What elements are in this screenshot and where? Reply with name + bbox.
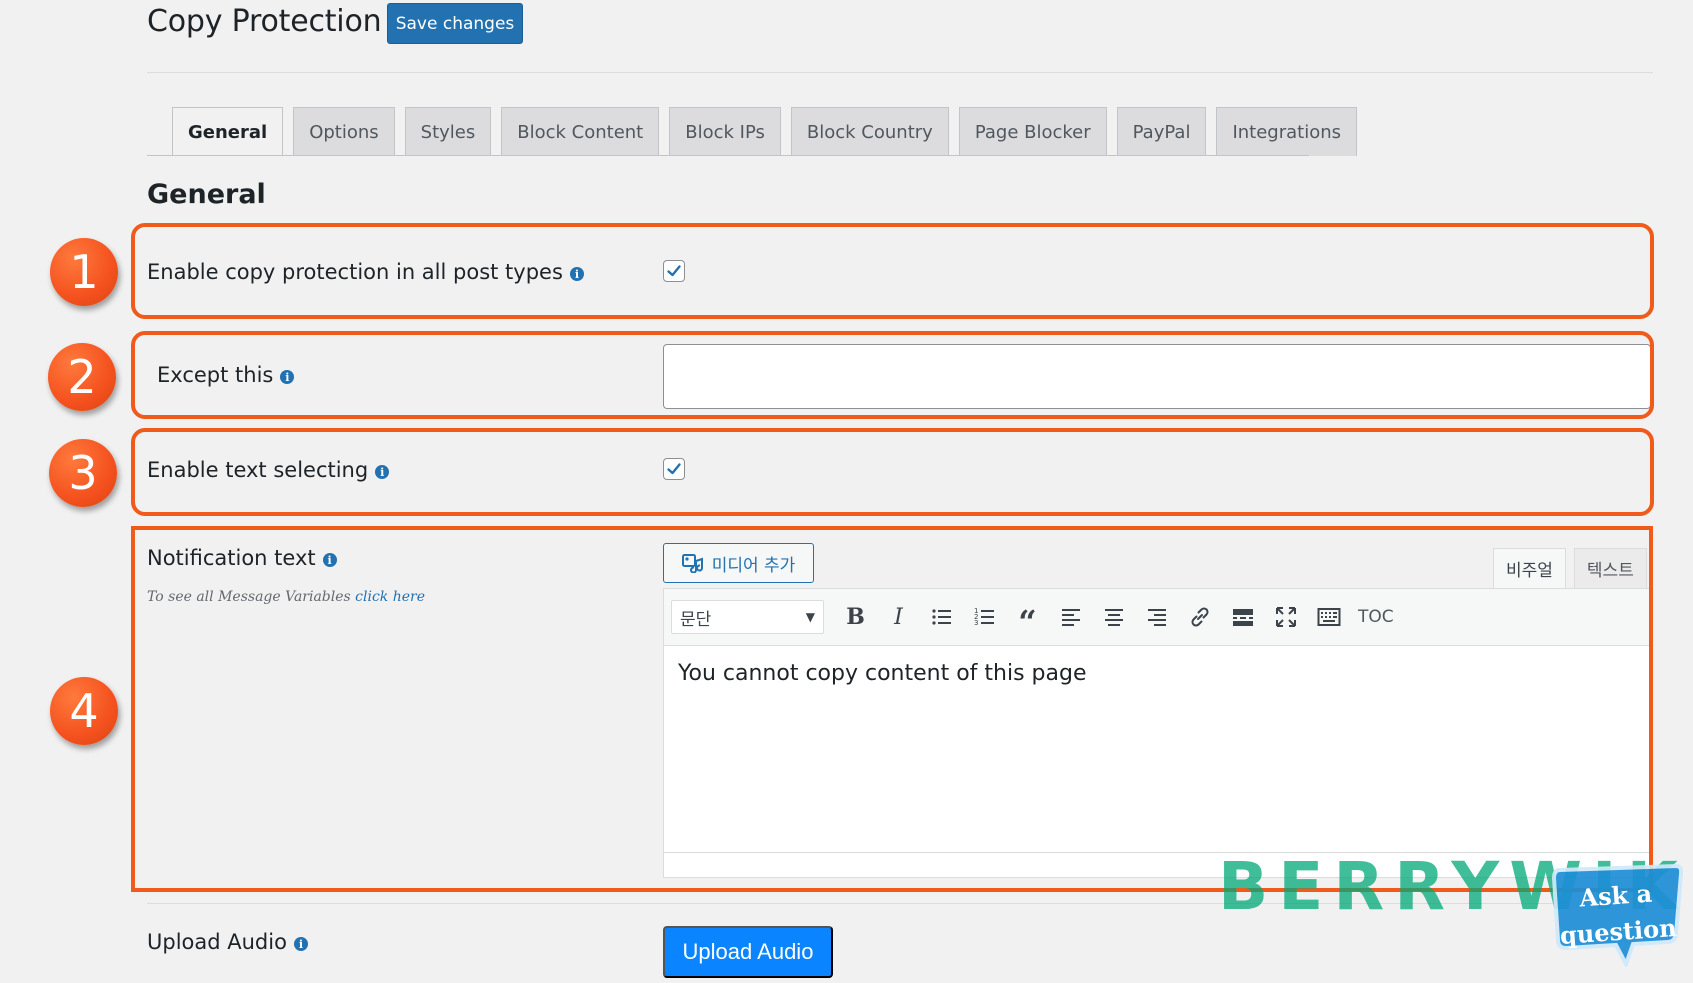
highlight-box-3 [131, 428, 1654, 516]
step-badge-3: 3 [49, 439, 117, 507]
settings-tabs: General Options Styles Block Content Blo… [172, 107, 1358, 156]
section-title: General [147, 179, 266, 210]
tab-page-blocker[interactable]: Page Blocker [958, 107, 1107, 156]
tab-styles[interactable]: Styles [404, 107, 492, 156]
tabs-divider [147, 155, 1309, 156]
step-badge-2: 2 [48, 343, 116, 411]
header-divider [147, 72, 1653, 73]
step-badge-1: 1 [50, 238, 118, 306]
tab-block-ips[interactable]: Block IPs [669, 107, 781, 156]
highlight-box-4 [131, 526, 1653, 892]
tab-paypal[interactable]: PayPal [1116, 107, 1207, 156]
upload-audio-label-text: Upload Audio [147, 930, 287, 954]
upload-audio-button[interactable]: Upload Audio [663, 926, 833, 978]
upload-audio-label: Upload Audio i [147, 930, 308, 954]
ask-question-text[interactable]: Ask a question [1556, 874, 1679, 954]
info-icon[interactable]: i [293, 937, 308, 951]
page-title: Copy Protection [147, 4, 382, 39]
save-changes-button[interactable]: Save changes [387, 3, 523, 44]
tab-block-content[interactable]: Block Content [501, 107, 660, 156]
highlight-box-1 [131, 223, 1654, 319]
step-badge-4: 4 [50, 677, 118, 745]
tab-general[interactable]: General [172, 107, 284, 156]
tab-options[interactable]: Options [293, 107, 395, 156]
tab-block-country[interactable]: Block Country [790, 107, 949, 156]
tab-integrations[interactable]: Integrations [1216, 107, 1358, 156]
highlight-box-2 [131, 331, 1654, 419]
